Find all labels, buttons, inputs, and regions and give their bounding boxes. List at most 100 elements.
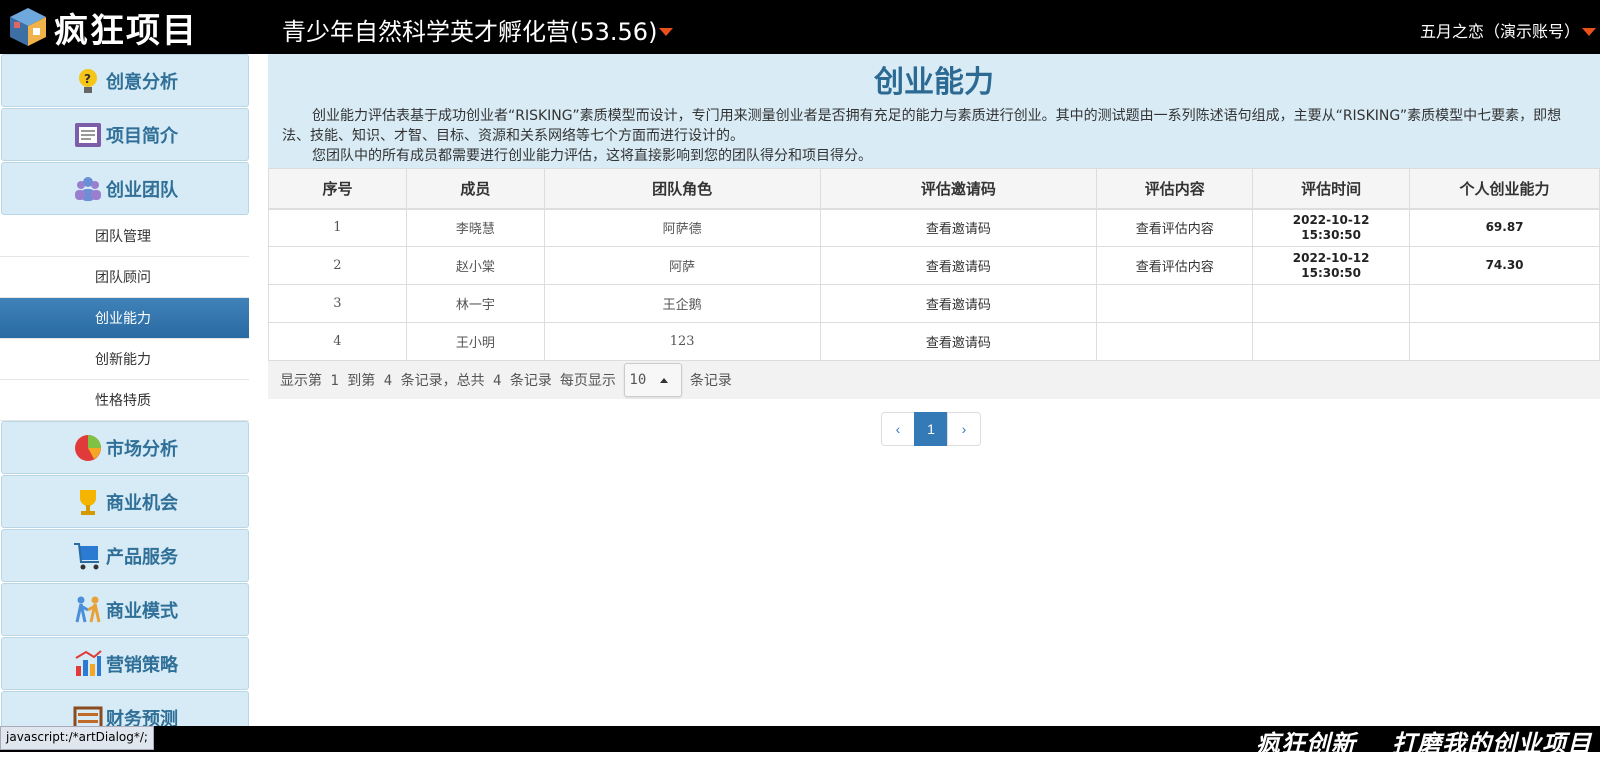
cell-time [1252,284,1411,323]
cell-no: 3 [268,284,407,323]
pager-bar: 显示第 1 到第 4 条记录，总共 4 条记录 每页显示 10 条记录 [268,361,1600,399]
team-icon [75,176,101,201]
menu-business-opportunity[interactable]: 商业机会 [1,475,249,528]
menu-label: 产品服务 [106,546,178,568]
cart-icon [74,542,99,569]
col-header-invite[interactable]: 评估邀请码 [819,168,1098,210]
cell-member: 林一宇 [405,284,545,323]
cell-no: 2 [268,246,407,285]
caret-down-icon [1582,28,1596,36]
bar-chart-icon [75,649,102,676]
cell-score [1409,284,1600,323]
menu-business-model[interactable]: 商业模式 [1,583,249,636]
view-invite-link[interactable]: 查看邀请码 [819,246,1098,285]
slogan-part-2: 打磨我的创业项目 [1392,730,1592,758]
col-header-role[interactable]: 团队角色 [543,168,821,210]
menu-label: 创意分析 [106,71,178,93]
per-page-suffix: 条记录 [689,373,732,389]
menu-project-intro[interactable]: 项目简介 [1,108,249,161]
cell-member: 赵小棠 [405,246,545,285]
logo[interactable]: 疯狂项目 [6,6,198,51]
pager-summary: 显示第 1 到第 4 条记录，总共 4 条记录 [280,373,552,389]
page-title: 创业能力 [874,65,994,100]
table-row: 4 王小明 123 查看邀请码 [268,322,1600,361]
cell-date: 2022-10-12 [1292,212,1370,227]
cell-time: 2022-10-12 15:30:50 [1252,208,1411,247]
top-bar: 疯狂项目 青少年自然科学英才孵化营(53.56) 五月之恋（演示账号） [0,0,1600,54]
lightbulb-icon: ? [79,68,97,93]
view-invite-link[interactable]: 查看邀请码 [819,208,1098,247]
menu-label: 营销策略 [106,654,178,676]
footer: javascript:/*artDialog*/; 疯狂创新 打磨我的创业项目 [0,726,1600,758]
cell-no: 1 [268,208,407,247]
caret-up-icon [660,377,669,383]
col-header-content[interactable]: 评估内容 [1096,168,1254,210]
col-header-score[interactable]: 个人创业能力 [1409,168,1600,210]
page-size-dropdown[interactable]: 10 [623,363,682,397]
menu-creative-analysis[interactable]: ? 创意分析 [1,54,249,107]
cell-role: 阿萨 [543,246,821,285]
menu-label: 市场分析 [106,438,178,460]
cell-content [1096,284,1254,323]
intro-paragraph: 创业能力评估表基于成功创业者“RISKING”素质模型而设计，专门用来测量创业者… [282,108,1562,144]
menu-label: 财务预测 [106,708,178,727]
side-menu: ? 创意分析 项目简介 创业团队 团队管理 团队顾问 创业能力 创新能力 性格特… [0,54,249,726]
col-header-member[interactable]: 成员 [405,168,545,210]
sidebar-item-personality[interactable]: 性格特质 [0,380,249,421]
menu-product-service[interactable]: 产品服务 [1,529,249,582]
cell-time: 2022-10-12 15:30:50 [1252,246,1411,285]
menu-startup-team[interactable]: 创业团队 [1,162,249,215]
svg-text:?: ? [84,72,91,86]
page-size-value: 10 [629,372,647,388]
sidebar-item-team-management[interactable]: 团队管理 [0,216,249,257]
table-row: 2 赵小棠 阿萨 查看邀请码 查看评估内容 2022-10-12 15:30:50… [268,246,1600,285]
logo-text: 疯狂项目 [54,10,198,51]
project-title-dropdown[interactable]: 青少年自然科学英才孵化营(53.56) [282,12,674,47]
col-header-no[interactable]: 序号 [268,168,407,210]
sidebar-item-entrepreneurial-ability[interactable]: 创业能力 [0,298,249,339]
cell-no: 4 [268,322,407,361]
view-content-link[interactable]: 查看评估内容 [1096,208,1254,247]
ability-table: 序号 成员 团队角色 评估邀请码 评估内容 评估时间 个人创业能力 1 李晓慧 … [268,168,1600,361]
table-row: 3 林一宇 王企鹅 查看邀请码 [268,284,1600,323]
cell-content [1096,322,1254,361]
slogan-part-1: 疯狂创新 [1256,730,1356,758]
menu-label: 项目简介 [106,125,178,147]
handshake-icon [75,596,101,622]
view-content-link[interactable]: 查看评估内容 [1096,246,1254,285]
cell-role: 阿萨德 [543,208,821,247]
col-header-time[interactable]: 评估时间 [1252,168,1411,210]
per-page-label: 每页显示 [559,373,616,389]
cell-score: 69.87 [1409,208,1600,247]
view-invite-link[interactable]: 查看邀请码 [819,284,1098,323]
menu-financial-forecast[interactable]: 财务预测 [1,691,249,726]
table-header-row: 序号 成员 团队角色 评估邀请码 评估内容 评估时间 个人创业能力 [268,168,1600,210]
menu-label: 创业团队 [106,179,178,201]
cell-date: 2022-10-12 [1292,250,1370,265]
next-page-button[interactable]: › [947,412,981,446]
prev-page-button[interactable]: ‹ [881,412,915,446]
cell-member: 李晓慧 [405,208,545,247]
menu-marketing-strategy[interactable]: 营销策略 [1,637,249,690]
pagination: ‹ 1 › [881,412,981,446]
menu-market-analysis[interactable]: 市场分析 [1,421,249,474]
user-name: 五月之恋（演示账号） [1419,22,1580,41]
sidebar-item-innovation-ability[interactable]: 创新能力 [0,339,249,380]
page-button-1[interactable]: 1 [914,412,948,446]
cell-role: 王企鹅 [543,284,821,323]
sidebar: ? 创意分析 项目简介 创业团队 团队管理 团队顾问 创业能力 创新能力 性格特… [0,54,250,726]
intro-note: 您团队中的所有成员都需要进行创业能力评估，这将直接影响到您的团队得分和项目得分。 [312,148,872,164]
cell-clock: 15:30:50 [1301,227,1361,242]
cell-score: 74.30 [1409,246,1600,285]
footer-slogan: 疯狂创新 打磨我的创业项目 [1256,724,1592,759]
view-invite-link[interactable]: 查看邀请码 [819,322,1098,361]
status-bar-url: javascript:/*artDialog*/; [0,726,154,750]
intro-panel: 创业能力 创业能力评估表基于成功创业者“RISKING”素质模型而设计，专门用来… [268,54,1600,168]
cell-role: 123 [543,322,821,361]
sidebar-item-team-advisor[interactable]: 团队顾问 [0,257,249,298]
menu-label: 商业机会 [106,492,178,514]
cell-member: 王小明 [405,322,545,361]
main-content: 创业能力 创业能力评估表基于成功创业者“RISKING”素质模型而设计，专门用来… [268,54,1600,726]
user-menu[interactable]: 五月之恋（演示账号） [1420,18,1596,42]
pie-chart-icon [75,434,101,461]
